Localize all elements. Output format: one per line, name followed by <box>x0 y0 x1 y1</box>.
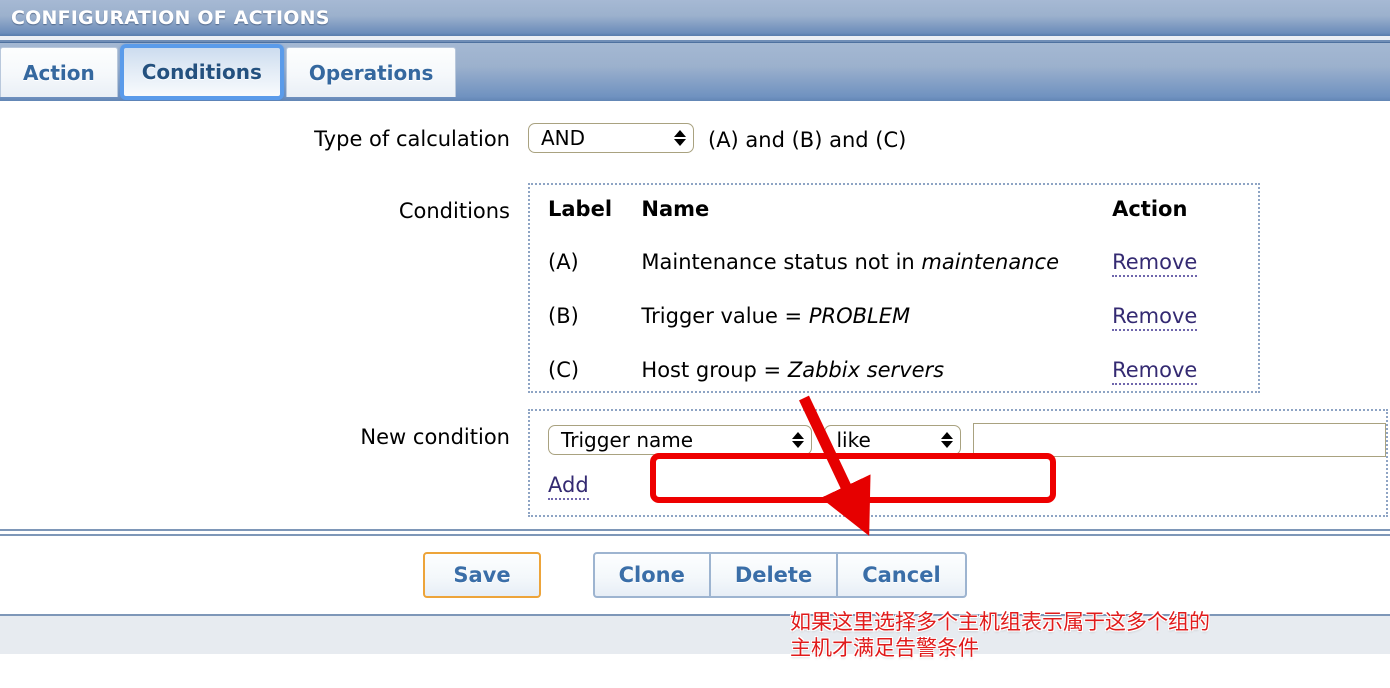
condition-name-c-value: Zabbix servers <box>787 358 945 382</box>
page-bottom-strip <box>0 616 1390 654</box>
new-condition-value-input[interactable] <box>973 423 1386 457</box>
footer-divider <box>0 529 1390 536</box>
tab-action-label: Action <box>23 60 95 85</box>
calculation-type-value: AND <box>541 126 586 150</box>
window-titlebar: CONFIGURATION OF ACTIONS <box>0 0 1390 36</box>
save-button[interactable]: Save <box>423 552 541 598</box>
condition-name-a-prefix: Maintenance status not in <box>641 250 922 274</box>
condition-label-a: (A) <box>548 250 579 274</box>
cancel-button[interactable]: Cancel <box>837 552 967 598</box>
new-condition-container: Trigger name like Add <box>528 409 1388 517</box>
label-new-condition: New condition <box>360 425 510 449</box>
table-row: (B) Trigger value = PROBLEM Remove <box>548 289 1244 343</box>
tab-conditions[interactable]: Conditions <box>119 44 284 100</box>
delete-button[interactable]: Delete <box>709 552 838 598</box>
tab-operations-label: Operations <box>308 60 434 85</box>
remove-link-a[interactable]: Remove <box>1112 250 1198 277</box>
condition-label-c: (C) <box>548 358 580 382</box>
tab-strip: Action Conditions Operations <box>0 42 1390 101</box>
row-new-condition: New condition Trigger name like Add <box>118 409 1388 517</box>
calculation-formula: (A) and (B) and (C) <box>708 128 907 152</box>
column-header-name: Name <box>641 197 710 221</box>
condition-name-a-value: maintenance <box>921 250 1059 274</box>
condition-label-b: (B) <box>548 304 579 328</box>
table-row: (A) Maintenance status not in maintenanc… <box>548 235 1244 289</box>
column-header-label: Label <box>548 197 613 221</box>
condition-name-b: Trigger value = PROBLEM <box>641 289 1112 343</box>
table-header-row: Label Name Action <box>548 195 1244 235</box>
condition-name-c-prefix: Host group = <box>641 358 788 382</box>
new-condition-operator-value: like <box>836 428 871 452</box>
new-condition-controls: Trigger name like <box>548 423 1386 457</box>
new-condition-type-value: Trigger name <box>561 428 694 452</box>
row-type-of-calculation: Type of calculation AND (A) and (B) and … <box>118 123 906 153</box>
new-condition-type-select[interactable]: Trigger name <box>548 425 812 455</box>
column-header-action: Action <box>1112 197 1188 221</box>
tab-conditions-label: Conditions <box>141 60 262 84</box>
condition-name-b-value: PROBLEM <box>808 304 911 328</box>
new-condition-operator-select[interactable]: like <box>823 425 962 455</box>
condition-name-b-prefix: Trigger value = <box>641 304 809 328</box>
add-condition-link[interactable]: Add <box>548 473 589 500</box>
chevron-updown-icon <box>674 130 686 146</box>
chevron-updown-icon <box>791 432 804 448</box>
conditions-table: Label Name Action (A) Maintenance status… <box>548 195 1244 397</box>
tab-operations[interactable]: Operations <box>285 47 457 97</box>
calculation-type-select[interactable]: AND <box>528 123 694 153</box>
footer-buttons: Save Clone Delete Cancel <box>0 536 1390 616</box>
chevron-updown-icon <box>941 432 954 448</box>
label-conditions: Conditions <box>398 199 510 223</box>
table-row: (C) Host group = Zabbix servers Remove <box>548 343 1244 397</box>
form-body: Type of calculation AND (A) and (B) and … <box>0 101 1390 660</box>
label-type-of-calculation: Type of calculation <box>314 127 510 151</box>
page-title: CONFIGURATION OF ACTIONS <box>11 6 330 29</box>
condition-name-a: Maintenance status not in maintenance <box>641 235 1112 289</box>
condition-name-c: Host group = Zabbix servers <box>641 343 1112 397</box>
button-group: Clone Delete Cancel <box>592 552 967 598</box>
conditions-table-container: Label Name Action (A) Maintenance status… <box>528 183 1260 393</box>
clone-button[interactable]: Clone <box>592 552 710 598</box>
remove-link-b[interactable]: Remove <box>1112 304 1198 331</box>
tab-action[interactable]: Action <box>0 47 118 97</box>
row-conditions: Conditions Label Name Action (A) Mainten… <box>118 183 1260 393</box>
remove-link-c[interactable]: Remove <box>1112 358 1198 385</box>
